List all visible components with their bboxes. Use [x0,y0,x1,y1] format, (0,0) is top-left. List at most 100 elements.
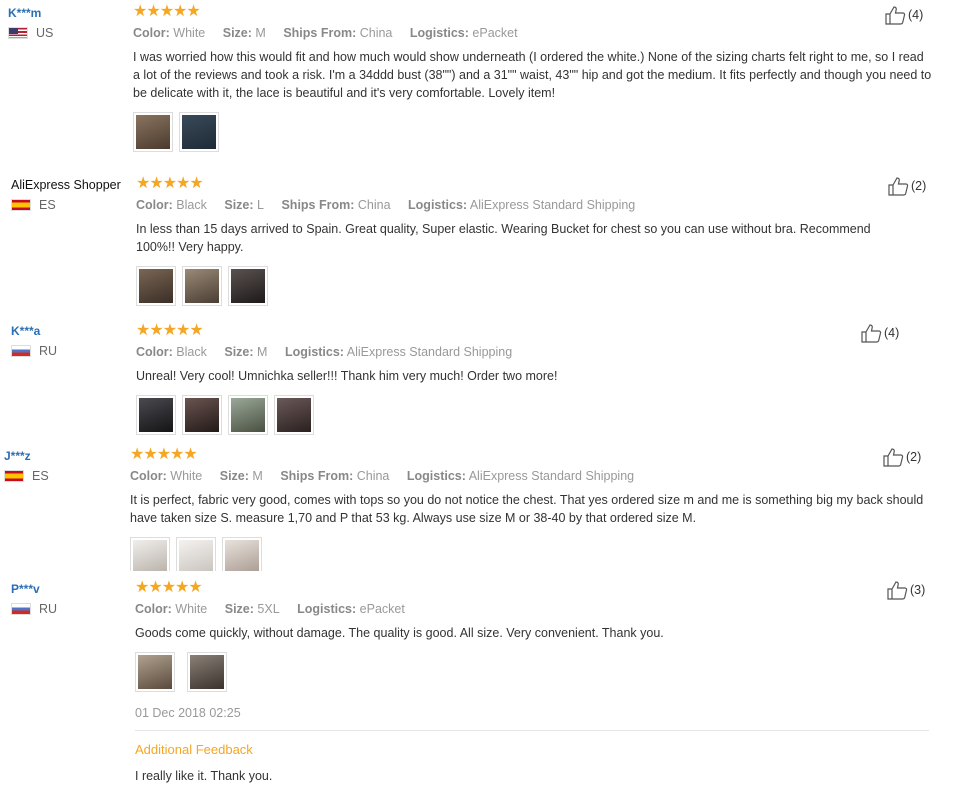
review-photos [130,537,930,571]
star-rating: ★★★★★ [136,322,204,339]
review-content: ★★★★★ Color: White Size: M Ships From: C… [133,4,933,152]
meta-value: AliExpress Standard Shipping [346,345,513,359]
meta-value: Black [176,198,207,212]
review-text: Goods come quickly, without damage. The … [135,626,664,640]
meta-key: Size: [224,602,254,616]
helpful-button[interactable]: (2) [887,176,926,196]
helpful-count: (4) [884,326,900,340]
review-content: ★★★★★ Color: Black Size: M Logistics: Al… [136,323,916,435]
reviewer-name[interactable]: J***z [4,449,49,463]
star-rating: ★★★★★ [130,446,198,463]
helpful-button[interactable]: (3) [886,580,925,600]
reviewer-country: US [8,26,53,40]
reviewer-name[interactable]: AliExpress Shopper [11,178,121,192]
review-photo[interactable] [135,652,175,692]
review-photo[interactable] [133,112,173,152]
review-photo[interactable] [130,537,170,571]
flag-ru-icon [11,603,31,615]
meta-key: Ships From: [281,198,355,212]
meta-value: L [257,198,264,212]
reviewer-info: J***z ES [4,449,49,483]
review-content: ★★★★★ Color: Black Size: L Ships From: C… [136,176,916,306]
meta-value: Black [176,345,207,359]
review-photo[interactable] [222,537,262,571]
review-text: I was worried how this would fit and how… [133,50,932,100]
review-photo[interactable] [136,266,176,306]
review-photo[interactable] [187,652,227,692]
meta-value: White [175,602,208,616]
star-rating: ★★★★★ [136,175,204,192]
review-photos [135,652,935,692]
meta-key: Logistics: [284,345,344,359]
review-photo[interactable] [274,395,314,435]
review-text: Unreal! Very cool! Umnichka seller!!! Th… [136,369,558,383]
helpful-count: (4) [908,8,924,22]
reviewer-info: AliExpress Shopper ES [11,178,121,212]
review-text: In less than 15 days arrived to Spain. G… [136,222,871,254]
reviewer-name[interactable]: P***v [11,582,57,596]
helpful-count: (2) [911,179,927,193]
review-photo[interactable] [228,395,268,435]
flag-es-icon [4,470,24,482]
country-code: ES [39,198,56,212]
review-date: 01 Dec 2018 02:25 [135,706,241,720]
divider [135,730,929,731]
meta-value: ePacket [472,26,518,40]
helpful-count: (3) [910,583,926,597]
review-content: ★★★★★ Color: White Size: M Ships From: C… [130,447,930,571]
review-photo[interactable] [136,395,176,435]
helpful-button[interactable]: (2) [882,447,921,467]
meta-key: Size: [219,469,249,483]
meta-value: White [170,469,203,483]
order-meta: Color: White Size: 5XL Logistics: ePacke… [135,602,935,616]
review-photos [133,112,933,152]
reviewer-info: K***m US [8,6,53,40]
reviewer-name[interactable]: K***m [8,6,53,20]
star-rating: ★★★★★ [133,3,201,20]
helpful-button[interactable]: (4) [884,5,923,25]
meta-value: AliExpress Standard Shipping [469,198,636,212]
order-meta: Color: Black Size: L Ships From: China L… [136,198,916,212]
review-photos [136,266,916,306]
review-photo[interactable] [176,537,216,571]
helpful-button[interactable]: (4) [860,323,899,343]
reviewer-country: ES [4,469,49,483]
review-photos [136,395,916,435]
reviewer-country: RU [11,344,57,358]
meta-value: M [252,469,263,483]
meta-value: China [356,469,390,483]
order-meta: Color: White Size: M Ships From: China L… [133,26,933,40]
meta-key: Color: [133,26,170,40]
meta-value: 5XL [257,602,280,616]
review-photo[interactable] [182,266,222,306]
reviewer-info: K***a RU [11,324,57,358]
review-photo[interactable] [228,266,268,306]
meta-value: White [173,26,206,40]
reviewer-info: P***v RU [11,582,57,616]
country-code: US [36,26,54,40]
meta-key: Size: [224,345,254,359]
meta-key: Color: [136,198,173,212]
reviewer-name[interactable]: K***a [11,324,57,338]
reviewer-country: RU [11,602,57,616]
review-photo[interactable] [182,395,222,435]
meta-key: Color: [130,469,167,483]
meta-key: Logistics: [297,602,357,616]
order-meta: Color: Black Size: M Logistics: AliExpre… [136,345,916,359]
helpful-count: (2) [906,450,922,464]
meta-value: M [257,345,268,359]
reviewer-country: ES [11,198,121,212]
meta-value: M [255,26,266,40]
flag-ru-icon [11,345,31,357]
meta-key: Color: [135,602,172,616]
meta-key: Ships From: [283,26,357,40]
country-code: ES [32,469,49,483]
meta-key: Ships From: [280,469,354,483]
additional-feedback-title: Additional Feedback [135,742,253,757]
review-photo[interactable] [179,112,219,152]
meta-key: Logistics: [409,26,469,40]
additional-feedback-text: I really like it. Thank you. [135,769,273,783]
flag-us-icon [8,27,28,39]
review-content: ★★★★★ Color: White Size: 5XL Logistics: … [135,580,935,783]
meta-value: China [359,26,393,40]
